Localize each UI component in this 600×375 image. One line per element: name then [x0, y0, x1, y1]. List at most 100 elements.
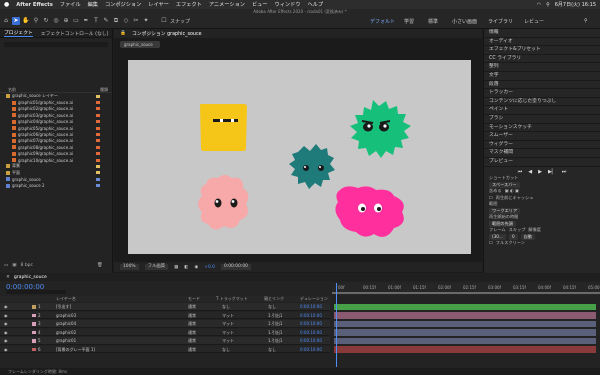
eraser-tool-icon[interactable]: ◇ — [122, 17, 130, 25]
snap-label[interactable]: スナップ — [170, 18, 190, 25]
skip-input[interactable]: 0 — [508, 234, 518, 240]
tab-timeline-comp[interactable]: graphic_souce — [14, 275, 47, 280]
layer-duration[interactable]: 0:00:10:00 — [300, 337, 322, 345]
label-color-swatch[interactable] — [96, 113, 100, 117]
rotate-tool-icon[interactable]: ↻ — [42, 17, 50, 25]
menu-composition[interactable]: コンポジション — [105, 1, 141, 8]
layer-duration-bar[interactable] — [334, 337, 596, 344]
layer-duration[interactable]: 0:00:10:00 — [300, 346, 322, 354]
layer-duration-bar[interactable] — [334, 312, 596, 319]
workspace-standard[interactable]: 標準 — [428, 18, 438, 25]
menu-edit[interactable]: 編集 — [88, 1, 98, 8]
panel-6[interactable]: 段落 — [484, 81, 600, 90]
header-duration[interactable]: デュレーション — [300, 296, 328, 302]
visibility-eye-icon[interactable]: ◉ — [4, 320, 8, 328]
track-matte-select[interactable]: なし — [222, 346, 230, 354]
search-help-icon[interactable]: ⚲ — [584, 18, 588, 24]
shortcut-select[interactable]: スペースバー — [489, 182, 520, 188]
menu-view[interactable]: ビュー — [252, 1, 268, 8]
stamp-tool-icon[interactable]: ⧉ — [112, 17, 120, 25]
panel-5[interactable]: 文字 — [484, 72, 600, 81]
layer-name[interactable]: graphic01 — [56, 337, 76, 345]
trash-icon[interactable]: 🗑 — [97, 263, 103, 268]
brush-tool-icon[interactable]: ✎ — [102, 17, 110, 25]
layer-label-color[interactable] — [32, 305, 36, 309]
layer-label-color[interactable] — [32, 313, 36, 317]
close-icon[interactable]: ✕ — [6, 275, 10, 280]
selection-tool-icon[interactable]: ➤ — [12, 17, 20, 25]
layer-row[interactable]: ◉ 6 [背景のグレー平面 1] 通常 なし なし 0:00:10:00 — [0, 345, 330, 354]
range-select[interactable]: ワークエリア — [489, 208, 521, 214]
parent-select[interactable]: 1.引出1 — [268, 329, 282, 337]
frame-select[interactable]: (30... — [489, 234, 506, 240]
app-menu[interactable]: After Effects — [16, 2, 53, 8]
workspace-small-screen[interactable]: 小さい画面 — [452, 18, 477, 25]
label-color-swatch[interactable] — [96, 177, 100, 181]
workspace-learn[interactable]: 学習 — [404, 18, 414, 25]
first-frame-icon[interactable]: ⏮ — [518, 169, 523, 176]
label-color-swatch[interactable] — [96, 152, 100, 156]
layer-name[interactable]: [引出す] — [56, 303, 71, 311]
visibility-eye-icon[interactable]: ◉ — [4, 337, 8, 345]
label-color-swatch[interactable] — [96, 107, 100, 111]
snap-checkbox-icon[interactable]: ☐ — [160, 17, 168, 25]
layer-mode-select[interactable]: 通常 — [188, 346, 196, 354]
tab-effect-controls[interactable]: エフェクトコントロール (なし) — [41, 30, 109, 37]
label-color-swatch[interactable] — [96, 94, 100, 98]
layer-duration[interactable]: 0:00:10:00 — [300, 303, 322, 311]
parent-select[interactable]: なし — [268, 346, 276, 354]
viewer-timecode[interactable]: 0:00:00:00 — [220, 264, 251, 270]
parent-select[interactable]: 1.引出1 — [268, 312, 282, 320]
visibility-eye-icon[interactable]: ◉ — [4, 329, 8, 337]
mask-icon[interactable]: ◧ — [184, 265, 188, 270]
menu-file[interactable]: ファイル — [60, 1, 81, 8]
playhead[interactable] — [336, 283, 337, 367]
panel-2[interactable]: エフェクト&プリセット — [484, 46, 600, 55]
layer-label-color[interactable] — [32, 339, 36, 343]
tab-project[interactable]: プロジェクト — [4, 29, 33, 37]
panel-10[interactable]: ブラシ — [484, 115, 600, 124]
next-frame-icon[interactable]: ▶▏ — [548, 169, 556, 176]
new-comp-icon[interactable]: ▣ — [12, 263, 16, 268]
layer-mode-select[interactable]: 通常 — [188, 320, 196, 328]
apple-icon[interactable]: ● — [4, 1, 9, 8]
quality-select[interactable]: フル画質 — [144, 264, 169, 270]
layer-row[interactable]: ◉ 5 graphic01 通常 マット 1.引出1 0:00:10:00 — [0, 337, 330, 345]
layer-row[interactable]: ◉ 2 graphic03 通常 マット 1.引出1 0:00:10:00 — [0, 311, 330, 320]
zoom-select[interactable]: 100% — [120, 264, 139, 270]
header-parent[interactable]: 親とリンク — [264, 296, 284, 302]
panel-14[interactable]: マスク補間 — [484, 149, 600, 158]
menu-help[interactable]: ヘルプ — [307, 1, 323, 8]
workspace-libraries[interactable]: ライブラリ — [488, 18, 513, 25]
layer-duration[interactable]: 0:00:10:00 — [300, 329, 322, 337]
panel-12[interactable]: スムーザー — [484, 132, 600, 141]
panel-13[interactable]: ウィグラー — [484, 141, 600, 150]
layer-mode-select[interactable]: 通常 — [188, 329, 196, 337]
label-color-swatch[interactable] — [96, 126, 100, 130]
layer-duration-bar[interactable] — [334, 320, 596, 327]
layer-mode-select[interactable]: 通常 — [188, 303, 196, 311]
layer-duration-bar[interactable] — [334, 303, 596, 310]
wifi-icon[interactable]: ◠ — [537, 2, 541, 8]
header-mode[interactable]: モード — [188, 296, 200, 302]
layer-row[interactable]: ◉ 1 [引出す] 通常 なし なし 0:00:10:00 — [0, 303, 330, 311]
comp-canvas[interactable] — [128, 60, 471, 254]
time-ruler[interactable]: 00f 00:15f 01:00f 01:15f 02:00f 02:15f 03:00f 0… — [332, 283, 600, 295]
layer-row[interactable]: ◉ 4 graphic02 通常 マット 1.引出1 0:00:10:00 — [0, 328, 330, 337]
parent-select[interactable]: 1.引出1 — [268, 337, 282, 345]
project-search-input[interactable] — [4, 42, 108, 47]
panel-0[interactable]: 情報 — [484, 29, 600, 38]
layer-name[interactable]: graphic02 — [56, 329, 76, 337]
parent-select[interactable]: なし — [268, 303, 276, 311]
fullscreen-checkbox[interactable]: ☐ — [489, 240, 493, 247]
parent-select[interactable]: 1.引出1 — [268, 320, 282, 328]
track-matte-select[interactable]: マット — [222, 337, 234, 345]
layer-duration-bar[interactable] — [334, 346, 596, 353]
label-color-swatch[interactable] — [96, 145, 100, 149]
layer-label-color[interactable] — [32, 330, 36, 334]
column-type[interactable]: 種類 — [100, 87, 108, 93]
home-icon[interactable]: ⌂ — [2, 17, 10, 25]
layer-duration[interactable]: 0:00:10:00 — [300, 312, 322, 320]
panel-8[interactable]: コンテンツに応じた塗りつぶし — [484, 98, 600, 107]
start-select[interactable]: 範囲の先頭 — [489, 221, 516, 227]
